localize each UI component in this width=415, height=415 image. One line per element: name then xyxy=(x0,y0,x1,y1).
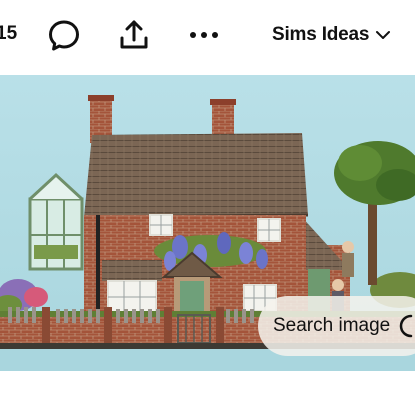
pin-image[interactable]: Search image xyxy=(0,75,415,371)
chevron-down-icon xyxy=(376,31,391,39)
search-image-button[interactable]: Search image xyxy=(258,296,415,356)
board-name: Sims Ideas xyxy=(272,24,370,45)
board-selector[interactable]: Sims Ideas xyxy=(272,22,391,48)
search-image-label: Search image xyxy=(273,315,391,336)
visual-search-icon xyxy=(399,314,413,338)
more-options-button[interactable] xyxy=(186,17,222,53)
comment-button[interactable] xyxy=(46,17,82,53)
comment-bubble-icon xyxy=(49,20,79,51)
below-image-area xyxy=(0,371,415,415)
more-dots-icon xyxy=(190,32,218,38)
share-upload-icon xyxy=(120,20,148,49)
top-bar: 15 Sims Ideas xyxy=(0,0,415,75)
share-button[interactable] xyxy=(116,17,152,53)
count-fragment: 15 xyxy=(0,23,18,44)
